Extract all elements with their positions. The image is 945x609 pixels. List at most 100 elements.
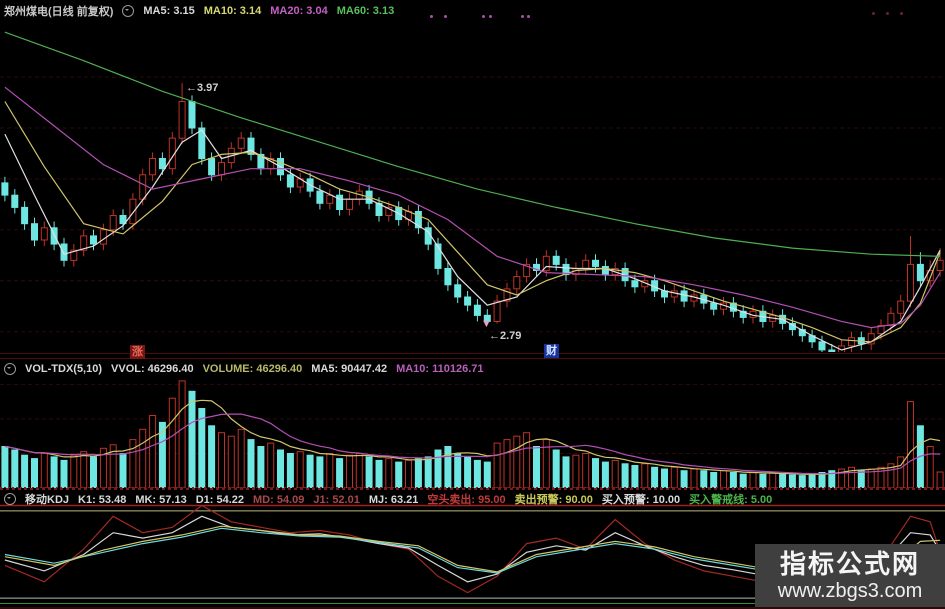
volume-bar [729,472,737,488]
candle [31,223,38,241]
collapse-main-panel-icon[interactable] [122,4,135,17]
candle [601,266,609,276]
volume-bar [936,471,944,488]
candle [188,101,196,129]
volume-bar [739,473,747,488]
volume-bar [336,458,344,488]
volume-bar [31,458,38,488]
volume-bar [90,456,97,488]
candle [60,243,68,261]
volume-bar [552,449,560,488]
candle [916,263,924,282]
volume-bar [720,470,727,488]
decor-dot-4 [521,15,524,18]
candle [473,304,481,316]
vol-label-4: MA10: 110126.71 [396,362,484,375]
volume-bar [444,446,452,488]
candle [887,312,895,326]
kdj-label-6: MJ: 63.21 [368,493,419,506]
collapse-volume-panel-icon[interactable] [4,362,16,375]
volume-bar [286,453,294,488]
candle [326,194,334,204]
candle [218,162,225,176]
volume-bar [424,456,432,488]
candle [178,101,186,139]
vol-label-3: MA5: 90447.42 [311,362,388,375]
volume-bar [798,475,806,488]
volume-bar [690,468,698,488]
ma-label-1: MA10: 3.14 [203,4,262,17]
candle [454,284,462,298]
kdj-value-labels: 移动KDJ K1: 53.48 MK: 57.13 D1: 54.22 MD: 54.0… [25,491,781,507]
volume-bar [60,459,68,488]
collapse-kdj-panel-icon[interactable] [4,492,16,505]
volume-bar [237,428,245,488]
candle [513,276,521,290]
volume-bar [385,458,393,488]
volume-bar [257,446,265,488]
volume-bar [218,432,225,488]
candle [208,158,216,176]
price-chart-canvas[interactable] [0,20,945,352]
stock-title: 郑州煤电(日线 前复权) [4,5,114,18]
volume-bar [227,435,235,488]
candle [552,255,560,265]
candle [40,227,48,241]
volume-bar [788,474,796,488]
volume-bar [306,454,314,488]
candle [444,268,452,286]
vol-label-2: VOLUME: 46296.40 [202,362,303,375]
volume-chart-canvas[interactable] [0,374,945,488]
volume-bar [641,463,649,488]
volume-bar [473,459,481,488]
price-ma-line-MA10 [4,101,941,343]
volume-bar [710,472,718,488]
volume-bar [611,459,619,488]
candle [828,349,836,352]
volume-bar [316,456,324,488]
candle [582,259,590,269]
volume-bar [621,463,629,488]
volume-bar [198,408,206,488]
candle [21,206,29,225]
volume-bar [464,456,472,488]
candle [493,300,501,323]
volume-bar [80,451,88,488]
kdj-label-10: 买入警戒线: 5.00 [689,493,773,506]
kdj-label-3: D1: 54.22 [195,493,244,506]
volume-bar [533,446,540,488]
ma-value-labels: MA5: 3.15 MA10: 3.14 MA20: 3.04 MA60: 3.13 [143,5,403,17]
kdj-label-2: MK: 57.13 [135,493,187,506]
candle [286,174,294,188]
vol-label-0: VOL-TDX(5,10) [25,362,103,375]
volume-bar [434,449,442,488]
candle [90,235,97,245]
volume-bar [779,473,787,488]
decor-dot-2 [482,15,485,18]
vol-label-1: VVOL: 46296.40 [111,362,194,375]
candle [316,190,324,204]
decor-dot-7 [886,12,889,15]
volume-bar [523,432,531,488]
volume-bar [572,454,580,488]
decor-dot-1 [444,15,447,18]
volume-bar [513,435,521,488]
volume-bar [769,472,777,488]
decor-dot-6 [872,12,875,15]
candle [464,296,472,306]
candle [1,182,9,196]
volume-bar [759,473,767,488]
volume-bar [483,461,491,488]
candle [897,300,905,314]
candle [109,215,117,231]
volume-bar [70,454,78,488]
candle [158,158,166,170]
volume-bar [601,461,609,488]
volume-bar [405,459,412,488]
volume-bar [168,397,176,488]
volume-bar [926,446,934,488]
volume-bar [395,461,403,488]
kdj-label-8: 卖出预警: 90.00 [514,493,593,506]
decor-dot-8 [900,12,903,15]
peak-price-label: ←3.97 [186,82,219,94]
